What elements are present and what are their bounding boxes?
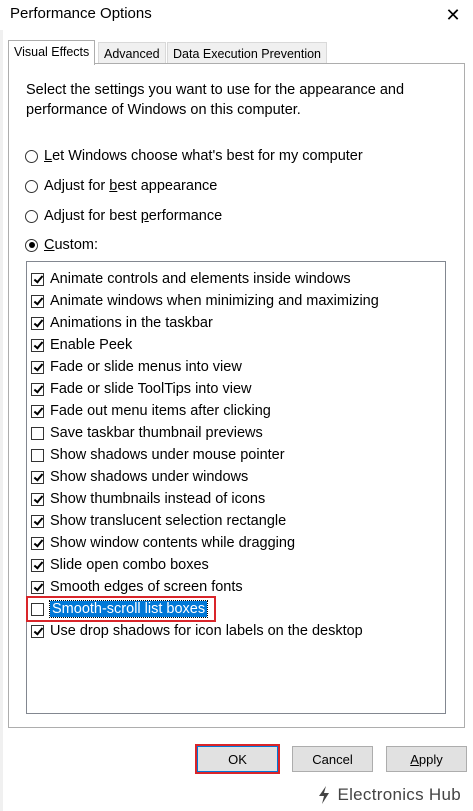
option-checkbox[interactable] (31, 492, 44, 506)
radio-label: Let Windows choose what's best for my co… (44, 148, 363, 164)
list-item[interactable]: Fade or slide ToolTips into view (31, 379, 252, 399)
visual-effects-list[interactable]: Animate controls and elements inside win… (26, 261, 446, 714)
list-item[interactable]: Smooth edges of screen fonts (31, 577, 243, 597)
logo-bolt-icon (319, 786, 330, 804)
option-label: Enable Peek (50, 337, 133, 353)
list-item[interactable]: Show translucent selection rectangle (31, 511, 286, 531)
list-item[interactable]: Slide open combo boxes (31, 555, 209, 575)
list-item[interactable]: Smooth-scroll list boxes (31, 599, 209, 619)
option-label: Save taskbar thumbnail previews (50, 425, 263, 441)
option-checkbox[interactable] (31, 624, 44, 638)
tab-visual-effects[interactable]: Visual Effects (8, 40, 96, 65)
radio-button[interactable] (25, 209, 38, 223)
list-item[interactable]: Enable Peek (31, 335, 132, 355)
close-icon[interactable]: ✕ (433, 0, 473, 30)
radio-windows-choose[interactable]: Let Windows choose what's best for my co… (25, 146, 363, 166)
option-label: Show thumbnails instead of icons (50, 491, 266, 507)
option-label: Show shadows under windows (50, 469, 249, 485)
list-item[interactable]: Show shadows under windows (31, 467, 248, 487)
ok-button[interactable]: OK (197, 746, 278, 772)
option-label: Fade or slide menus into view (50, 359, 242, 375)
option-checkbox[interactable] (31, 448, 44, 462)
watermark-logo: Electronics Hub (317, 785, 461, 805)
list-item[interactable]: Fade out menu items after clicking (31, 401, 271, 421)
option-label: Smooth edges of screen fonts (50, 579, 243, 595)
list-item[interactable]: Show window contents while dragging (31, 533, 295, 553)
list-item[interactable]: Animations in the taskbar (31, 313, 213, 333)
cancel-button[interactable]: Cancel (292, 746, 373, 772)
option-label: Smooth-scroll list boxes (48, 600, 209, 618)
option-checkbox[interactable] (31, 360, 44, 374)
option-label: Slide open combo boxes (50, 557, 209, 573)
option-label: Show shadows under mouse pointer (50, 447, 285, 463)
watermark-text: Electronics Hub (337, 785, 461, 804)
option-checkbox[interactable] (31, 602, 44, 616)
radio-label: Adjust for best appearance (44, 178, 218, 194)
list-item[interactable]: Use drop shadows for icon labels on the … (31, 621, 363, 641)
option-label: Fade out menu items after clicking (50, 403, 271, 419)
radio-button[interactable] (25, 179, 38, 193)
option-checkbox[interactable] (31, 426, 44, 440)
performance-options-window: Performance Options ✕ Visual Effects Adv… (0, 0, 473, 811)
option-checkbox[interactable] (31, 514, 44, 528)
option-label: Animate windows when minimizing and maxi… (50, 293, 379, 309)
list-item[interactable]: Show shadows under mouse pointer (31, 445, 285, 465)
option-checkbox[interactable] (31, 382, 44, 396)
title-bar[interactable]: Performance Options ✕ (0, 0, 473, 30)
option-checkbox[interactable] (31, 294, 44, 308)
radio-button[interactable] (25, 238, 38, 252)
option-checkbox[interactable] (31, 338, 44, 352)
option-checkbox[interactable] (31, 316, 44, 330)
window-left-edge (0, 30, 3, 811)
option-label: Fade or slide ToolTips into view (50, 381, 252, 397)
option-checkbox[interactable] (31, 580, 44, 594)
tab-advanced[interactable]: Advanced (98, 42, 166, 64)
list-item[interactable]: Show thumbnails instead of icons (31, 489, 265, 509)
option-label: Animations in the taskbar (50, 315, 213, 331)
list-item[interactable]: Animate windows when minimizing and maxi… (31, 291, 379, 311)
radio-best-appearance[interactable]: Adjust for best appearance (25, 176, 217, 196)
option-checkbox[interactable] (31, 272, 44, 286)
option-checkbox[interactable] (31, 558, 44, 572)
apply-button[interactable]: Apply (386, 746, 467, 772)
list-item[interactable]: Fade or slide menus into view (31, 357, 242, 377)
radio-label: Adjust for best performance (44, 208, 223, 224)
option-label: Show window contents while dragging (50, 535, 296, 551)
list-item[interactable]: Save taskbar thumbnail previews (31, 423, 263, 443)
option-label: Show translucent selection rectangle (50, 513, 287, 529)
window-title: Performance Options (10, 5, 152, 22)
radio-button[interactable] (25, 149, 38, 163)
option-checkbox[interactable] (31, 470, 44, 484)
radio-best-performance[interactable]: Adjust for best performance (25, 206, 222, 226)
radio-label: Custom: (44, 237, 98, 253)
intro-text: Select the settings you want to use for … (26, 82, 405, 118)
list-item[interactable]: Animate controls and elements inside win… (31, 269, 351, 289)
option-label: Use drop shadows for icon labels on the … (50, 623, 363, 639)
option-checkbox[interactable] (31, 536, 44, 550)
option-checkbox[interactable] (31, 404, 44, 418)
tab-data-execution-prevention[interactable]: Data Execution Prevention (167, 42, 328, 64)
option-label: Animate controls and elements inside win… (50, 271, 351, 287)
radio-custom[interactable]: Custom: (25, 235, 98, 255)
